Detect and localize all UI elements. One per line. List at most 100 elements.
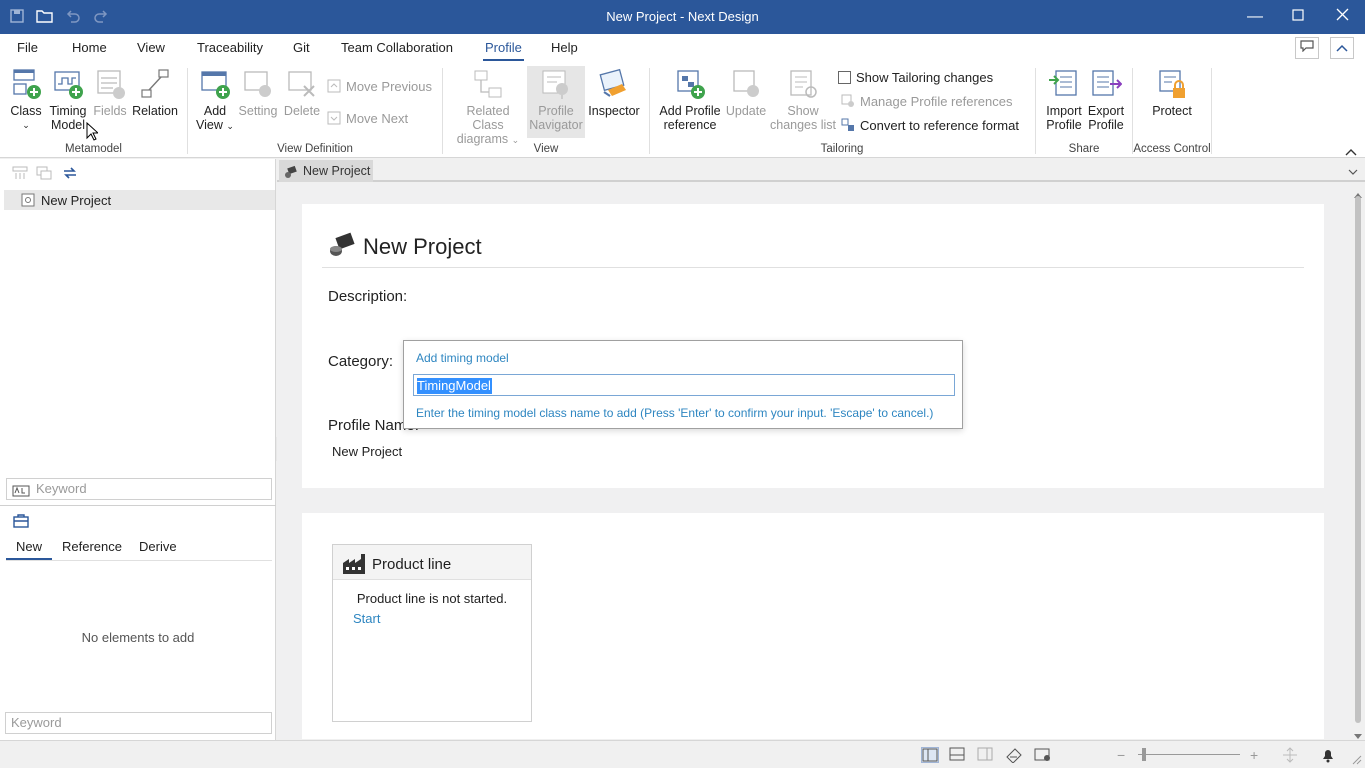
timing-model-label-1: Timing xyxy=(49,104,87,118)
layout-left-panel-icon[interactable] xyxy=(921,747,939,763)
menu-tab-profile[interactable]: Profile xyxy=(483,40,524,61)
copy-structure-icon[interactable] xyxy=(36,166,52,183)
separator xyxy=(649,68,650,154)
export-profile-label-2: Profile xyxy=(1088,118,1124,132)
keyword-search-input[interactable]: Keyword xyxy=(6,478,272,500)
move-previous-button[interactable]: Move Previous xyxy=(327,79,432,94)
selected-text: TimingModel xyxy=(417,378,491,393)
keyword-placeholder-2: Keyword xyxy=(11,715,62,730)
move-next-button[interactable]: Move Next xyxy=(327,111,408,126)
profile-name-value[interactable]: New Project xyxy=(332,444,402,459)
editor-scrollbar[interactable] xyxy=(1351,183,1365,739)
fit-to-window-icon[interactable] xyxy=(1282,747,1300,763)
related-class-diagrams-button[interactable]: Related Class diagrams ⌄ xyxy=(450,68,526,147)
timing-model-icon xyxy=(52,68,84,100)
class-icon xyxy=(10,68,42,100)
zoom-slider-thumb[interactable] xyxy=(1142,748,1146,761)
page-title: New Project xyxy=(363,234,482,259)
tab-new[interactable]: New xyxy=(16,539,42,554)
tree-item-new-project[interactable]: New Project xyxy=(4,190,275,210)
add-profile-reference-button[interactable]: Add Profile reference xyxy=(658,68,722,132)
popup-hint: Enter the timing model class name to add… xyxy=(416,406,934,420)
timing-model-button[interactable]: Timing Model xyxy=(48,68,88,132)
menu-tab-help[interactable]: Help xyxy=(551,40,578,55)
manage-references-icon xyxy=(841,94,855,108)
menu-tab-git[interactable]: Git xyxy=(293,40,310,55)
minimize-button[interactable]: — xyxy=(1233,0,1277,34)
menu-tab-view[interactable]: View xyxy=(137,40,165,55)
title-divider xyxy=(322,267,1304,268)
close-button[interactable] xyxy=(1320,0,1364,34)
class-button[interactable]: Class ⌄ xyxy=(6,68,46,132)
update-button[interactable]: Update xyxy=(724,68,768,118)
collapse-all-icon[interactable] xyxy=(12,166,28,183)
product-line-title: Product line xyxy=(372,556,452,573)
show-changes-label-2: changes list xyxy=(770,118,837,132)
status-bar: − + xyxy=(0,740,1365,768)
timing-model-label-2: Model xyxy=(50,118,86,132)
profile-navigator-icon xyxy=(540,68,572,100)
maximize-button[interactable] xyxy=(1276,0,1320,34)
document-tab-new-project[interactable]: New Project xyxy=(279,160,373,182)
group-label-share: Share xyxy=(1068,143,1100,155)
scrollbar-thumb[interactable] xyxy=(1355,196,1361,723)
move-previous-icon xyxy=(327,79,341,93)
delete-button[interactable]: Delete xyxy=(282,68,322,118)
relation-button[interactable]: Relation xyxy=(132,68,178,118)
keyword-placeholder: Keyword xyxy=(36,481,87,496)
document-tab-label: New Project xyxy=(303,164,371,178)
mouse-cursor-icon xyxy=(86,121,100,145)
add-profile-reference-label-1: Add Profile xyxy=(659,104,721,118)
tab-reference[interactable]: Reference xyxy=(62,539,122,554)
layout-bottom-panel-icon[interactable] xyxy=(949,747,967,763)
convert-to-reference-format-button[interactable]: Convert to reference format xyxy=(841,118,1019,133)
import-profile-button[interactable]: Import Profile xyxy=(1043,68,1085,132)
bell-icon[interactable] xyxy=(1320,747,1338,763)
product-line-header: Product line xyxy=(333,545,531,580)
collapse-ribbon-icon[interactable] xyxy=(1330,37,1354,59)
zoom-out-icon[interactable]: − xyxy=(1117,747,1135,763)
inspector-button[interactable]: Inspector xyxy=(588,68,640,118)
lock-icon xyxy=(1156,68,1188,100)
setting-button[interactable]: Setting xyxy=(237,68,279,118)
group-label-tailoring: Tailoring xyxy=(820,143,864,155)
settings-panel-icon[interactable] xyxy=(1034,747,1052,763)
separator xyxy=(1211,68,1212,154)
tab-derive[interactable]: Derive xyxy=(139,539,177,554)
show-tailoring-changes-checkbox[interactable]: Show Tailoring changes xyxy=(838,70,993,85)
menu-bar: File Home View Traceability Git Team Col… xyxy=(0,34,1365,62)
show-changes-list-button[interactable]: Show changes list xyxy=(770,68,836,132)
collapse-ribbon-chevron-icon[interactable] xyxy=(1345,144,1357,159)
import-profile-icon xyxy=(1048,68,1080,100)
factory-icon xyxy=(342,553,366,578)
menu-tab-home[interactable]: Home xyxy=(72,40,107,55)
zoom-slider[interactable] xyxy=(1138,754,1240,755)
export-profile-icon xyxy=(1090,68,1123,100)
sync-icon[interactable] xyxy=(62,165,78,184)
setting-label: Setting xyxy=(238,104,278,118)
feedback-icon[interactable] xyxy=(1295,37,1319,59)
manage-profile-references-button[interactable]: Manage Profile references xyxy=(841,94,1012,109)
export-profile-button[interactable]: Export Profile xyxy=(1085,68,1127,132)
menu-tab-file[interactable]: File xyxy=(17,40,38,55)
import-profile-label-1: Import xyxy=(1046,104,1082,118)
fields-button[interactable]: Fields xyxy=(90,68,130,118)
group-label-view-definition: View Definition xyxy=(277,143,353,155)
product-line-status: Product line is not started. xyxy=(356,591,508,606)
start-link[interactable]: Start xyxy=(353,611,380,626)
inspector-status-icon[interactable] xyxy=(1005,747,1023,764)
menu-tab-traceability[interactable]: Traceability xyxy=(197,40,263,55)
tab-list-chevron-icon[interactable] xyxy=(1348,164,1358,179)
add-view-button[interactable]: Add View ⌄ xyxy=(195,68,235,133)
timing-model-name-input[interactable] xyxy=(413,374,955,396)
profile-navigator-label-1: Profile xyxy=(538,104,574,118)
keyword-search-input-2[interactable]: Keyword xyxy=(5,712,272,734)
popup-title: Add timing model xyxy=(416,351,509,365)
protect-button[interactable]: Protect xyxy=(1145,68,1199,118)
checkbox-icon xyxy=(838,71,851,84)
profile-navigator-button[interactable]: Profile Navigator xyxy=(527,66,585,138)
menu-tab-team-collaboration[interactable]: Team Collaboration xyxy=(341,40,453,55)
resize-grip-icon xyxy=(1350,753,1362,768)
layout-right-panel-icon[interactable] xyxy=(977,747,995,763)
zoom-in-icon[interactable]: + xyxy=(1250,747,1268,763)
